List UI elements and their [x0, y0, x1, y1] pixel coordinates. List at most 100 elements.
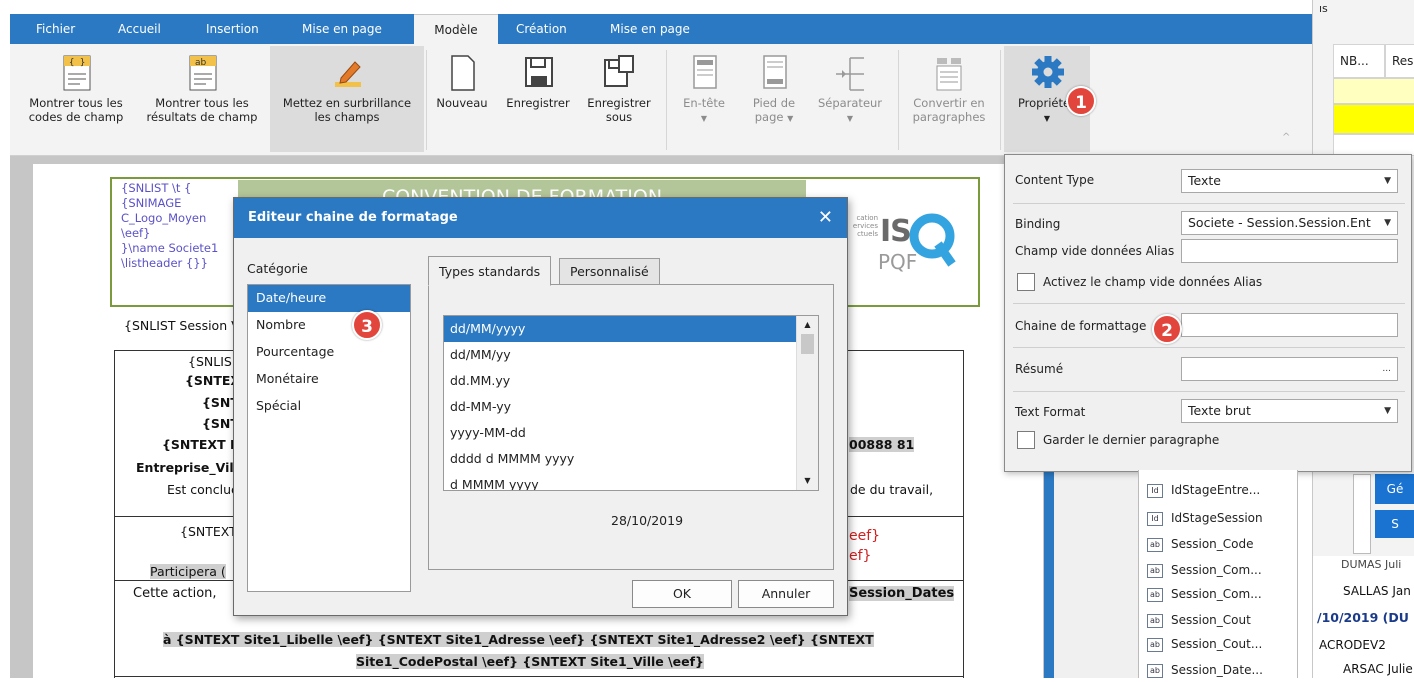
new-label: Nouveau — [436, 96, 488, 110]
field-item[interactable]: ab Session_Com... — [1147, 558, 1262, 582]
highlighter-icon — [335, 61, 361, 87]
id-field-icon: Id — [1147, 511, 1163, 526]
format-option[interactable]: dd-MM-yy — [444, 394, 818, 420]
doc-row-participera[interactable]: Participera ( — [150, 564, 226, 579]
doc-frag-eef-1[interactable]: eef} — [849, 528, 880, 544]
close-icon[interactable]: ✕ — [818, 198, 833, 238]
field-item[interactable]: Id IdStageEntre... — [1147, 478, 1260, 502]
header-button[interactable]: En-tête ▼ — [674, 52, 734, 126]
tab-fichier[interactable]: Fichier — [36, 14, 75, 44]
field-item[interactable]: ab Session_Com... — [1147, 582, 1262, 606]
show-results-label-2: résultats de champ — [146, 110, 258, 124]
highlight-label-2: les champs — [314, 110, 380, 124]
category-label: Catégorie — [247, 261, 308, 276]
doc-frag-session-dates[interactable]: Session_Dates — [849, 586, 955, 601]
snlist-session-field[interactable]: {SNLIST Session V — [124, 318, 240, 333]
format-option[interactable]: d MMMM yyyy — [444, 472, 818, 490]
tab-insertion[interactable]: Insertion — [206, 14, 259, 44]
binding-select[interactable]: Societe - Session.Session.Ent ▼ — [1181, 211, 1398, 235]
show-field-codes-button[interactable]: { } Montrer tous les codes de champ — [20, 52, 132, 124]
strip-name-3[interactable]: ACRODEV2 — [1319, 638, 1386, 652]
doc-line-site-2[interactable]: Site1_CodePostal \eef} {SNTEXT Site1_Vil… — [356, 654, 704, 669]
tab-mise-en-page[interactable]: Mise en page — [302, 14, 382, 44]
field-list[interactable]: Id IdStageEntre... Id IdStageSession ab Ses… — [1138, 470, 1298, 678]
show-field-results-button[interactable]: ab Montrer tous les résultats de champ — [140, 52, 264, 124]
doc-row-entreprise-vil[interactable]: Entreprise_Vil — [136, 460, 234, 475]
footer-button[interactable]: Pied de page ▼ — [742, 52, 806, 126]
save-icon — [525, 57, 553, 87]
doc-row-sntext[interactable]: {SNTEXT — [180, 524, 237, 539]
strip-name-4[interactable]: ARSAC Julie — [1343, 662, 1413, 676]
grid-row-yellow-light[interactable] — [1333, 78, 1414, 104]
strip-button-s[interactable]: S — [1375, 510, 1414, 538]
keep-last-paragraph-checkbox[interactable] — [1017, 431, 1035, 449]
tab-mise-en-page-2[interactable]: Mise en page — [610, 14, 690, 44]
format-preview: 28/10/2019 — [611, 513, 684, 528]
cancel-button[interactable]: Annuler — [738, 580, 834, 608]
highlight-fields-button[interactable]: Mettez en surbrillance les champs — [270, 46, 424, 152]
activate-alias-checkbox[interactable] — [1017, 273, 1035, 291]
category-nombre[interactable]: Nombre — [248, 312, 410, 339]
grid-row-yellow[interactable] — [1333, 104, 1414, 134]
format-option[interactable]: dd/MM/yyyy — [444, 316, 818, 342]
strip-name-1[interactable]: DUMAS Juli — [1341, 558, 1401, 571]
tab-accueil[interactable]: Accueil — [118, 14, 161, 44]
save-as-button[interactable]: Enregistrer sous — [582, 52, 656, 124]
grid-header-res[interactable]: Res — [1385, 44, 1414, 78]
grid-header-nb[interactable]: NB... — [1333, 44, 1385, 78]
table-line — [963, 350, 964, 678]
format-list[interactable]: dd/MM/yyyy dd/MM/yy dd.MM.yy dd-MM-yy yy… — [443, 315, 819, 491]
summary-browse-button[interactable]: ... — [1382, 358, 1391, 380]
field-item[interactable]: ab Session_Date... — [1147, 658, 1263, 682]
strip-name-2[interactable]: SALLAS Jan — [1343, 584, 1411, 598]
convert-to-paragraphs-button[interactable]: Convertir en paragraphes — [904, 52, 994, 124]
strip-button-ge[interactable]: Gé — [1375, 474, 1414, 504]
category-date-heure[interactable]: Date/heure — [248, 285, 410, 312]
doc-line-site[interactable]: à {SNTEXT Site1_Libelle \eef} {SNTEXT Si… — [163, 632, 874, 647]
format-option[interactable]: dddd d MMMM yyyy — [444, 446, 818, 472]
save-as-icon — [604, 55, 634, 87]
tab-modele[interactable]: Modèle — [414, 14, 498, 44]
format-string-input[interactable] — [1181, 313, 1398, 337]
field-item[interactable]: Id IdStageSession — [1147, 506, 1263, 530]
ribbon-separator — [1000, 50, 1001, 150]
field-item[interactable]: ab Session_Cout — [1147, 608, 1251, 632]
header-field-codes[interactable]: {SNLIST \t { {SNIMAGE C_Logo_Moyen \eef}… — [121, 181, 239, 271]
doc-frag-eef-2[interactable]: ef} — [849, 548, 871, 564]
tab-types-standards[interactable]: Types standards — [428, 256, 552, 286]
field-item[interactable]: ab Session_Cout... — [1147, 632, 1262, 656]
tab-creation[interactable]: Création — [516, 14, 567, 44]
scroll-thumb[interactable] — [801, 334, 814, 354]
format-option[interactable]: dd/MM/yy — [444, 342, 818, 368]
doc-frag-travail[interactable]: de du travail, — [850, 482, 933, 497]
tab-panel: dd/MM/yyyy dd/MM/yy dd.MM.yy dd-MM-yy yy… — [428, 284, 834, 570]
save-button[interactable]: Enregistrer — [502, 52, 574, 110]
format-list-scrollbar[interactable]: ▲ ▼ — [796, 316, 818, 490]
summary-input[interactable]: ... — [1181, 357, 1398, 381]
category-pourcentage[interactable]: Pourcentage — [248, 339, 410, 366]
doc-row-sntex[interactable]: {SNTEX — [185, 373, 240, 388]
footer-dropdown-icon: ▼ — [787, 114, 794, 123]
category-monetaire[interactable]: Monétaire — [248, 366, 410, 393]
field-item[interactable]: ab Session_Code — [1147, 532, 1254, 556]
collapse-ribbon-icon[interactable]: ^ — [1282, 132, 1290, 143]
scroll-up-icon[interactable]: ▲ — [797, 316, 818, 334]
format-option[interactable]: dd.MM.yy — [444, 368, 818, 394]
category-special[interactable]: Spécial — [248, 393, 410, 420]
ok-button[interactable]: OK — [632, 580, 732, 608]
doc-row-cette-action[interactable]: Cette action, — [133, 586, 217, 601]
separator-button[interactable]: Séparateur ▼ — [810, 52, 890, 126]
tab-personnalise[interactable]: Personnalisé — [559, 258, 660, 284]
doc-row-sntext-e[interactable]: {SNTEXT E — [162, 437, 238, 452]
alias-input[interactable] — [1181, 239, 1398, 263]
new-button[interactable]: Nouveau — [432, 52, 492, 110]
content-type-select[interactable]: Texte ▼ — [1181, 169, 1398, 193]
category-list[interactable]: Date/heure Nombre Pourcentage Monétaire … — [247, 284, 411, 592]
format-option[interactable]: yyyy-MM-dd — [444, 420, 818, 446]
grid-row[interactable] — [1333, 134, 1414, 156]
text-format-select[interactable]: Texte brut ▼ — [1181, 399, 1398, 423]
strip-date[interactable]: /10/2019 (DU — [1317, 610, 1409, 625]
scroll-down-icon[interactable]: ▼ — [797, 472, 818, 490]
doc-frag-siret[interactable]: 00888 81 — [849, 437, 915, 452]
doc-row-snlis[interactable]: {SNLIS — [188, 354, 232, 369]
